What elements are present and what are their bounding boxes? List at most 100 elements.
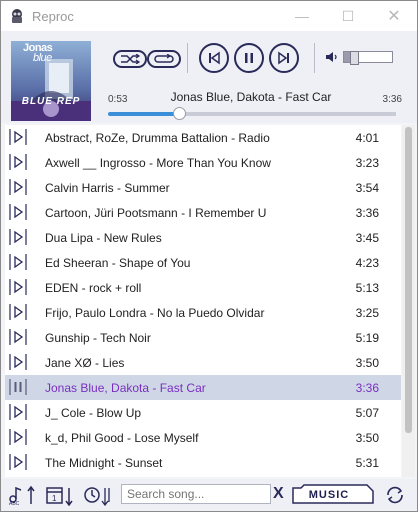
maximize-button[interactable]: ☐ (325, 1, 371, 31)
scrollbar-thumb[interactable] (405, 127, 412, 433)
sort-duration-icon[interactable] (83, 484, 113, 506)
play-row-icon[interactable] (8, 278, 28, 296)
playlist-row[interactable]: k_d, Phil Good - Lose Myself 3:50 (5, 425, 401, 450)
song-duration: 3:36 (355, 380, 379, 395)
song-duration: 5:19 (355, 330, 379, 345)
refresh-icon[interactable] (384, 484, 406, 506)
seek-bar[interactable] (108, 107, 396, 120)
song-duration: 5:31 (355, 455, 379, 470)
search-input[interactable] (121, 484, 271, 504)
player-panel: Jonas blue BLUE REP 0:53 Jonas Blue, Dak… (1, 31, 417, 123)
sort-alpha-icon[interactable]: ABC (7, 484, 37, 506)
song-duration: 3:45 (355, 230, 379, 245)
song-title: Axwell __ Ingrosso - More Than You Know (45, 155, 271, 170)
volume-slider[interactable] (343, 51, 393, 65)
seek-bar-remaining (178, 112, 396, 116)
song-title: Abstract, RoZe, Drumma Battalion - Radio (45, 130, 270, 145)
song-duration: 5:13 (355, 280, 379, 295)
play-row-icon[interactable] (8, 153, 28, 171)
play-row-icon[interactable] (8, 228, 28, 246)
pause-icon (245, 53, 253, 63)
repeat-icon (154, 54, 174, 63)
elapsed-time: 0:53 (108, 94, 128, 105)
song-title: Calvin Harris - Summer (45, 180, 170, 195)
play-row-icon[interactable] (8, 128, 28, 146)
song-title: The Midnight - Sunset (45, 455, 163, 470)
pause-row-icon[interactable] (8, 378, 28, 396)
play-row-icon[interactable] (8, 428, 28, 446)
play-row-icon[interactable] (8, 178, 28, 196)
pause-button[interactable] (234, 43, 264, 73)
song-title: Dua Lipa - New Rules (45, 230, 162, 245)
album-art-subtitle: BLUE REP (21, 96, 81, 107)
song-title: EDEN - rock + roll (45, 280, 142, 295)
minimize-button[interactable]: — (279, 1, 325, 31)
song-duration: 4:01 (355, 130, 379, 145)
title-bar: Reproc — ☐ ✕ (1, 1, 417, 31)
now-playing-title: Jonas Blue, Dakota - Fast Car (170, 90, 332, 104)
song-title: J_ Cole - Blow Up (45, 405, 142, 420)
song-title: Jane XØ - Lies (45, 355, 125, 370)
song-duration: 3:23 (355, 155, 379, 170)
song-title: Ed Sheeran - Shape of You (45, 255, 191, 270)
separator (314, 43, 315, 73)
seek-handle[interactable] (172, 107, 186, 120)
song-title: Jonas Blue, Dakota - Fast Car (45, 380, 206, 395)
play-row-icon[interactable] (8, 303, 28, 321)
shuffle-icon (121, 54, 141, 64)
playlist-row[interactable]: Gunship - Tech Noir 5:19 (5, 325, 401, 350)
play-row-icon[interactable] (8, 453, 28, 471)
volume-handle[interactable] (349, 51, 359, 65)
app-icon (12, 9, 22, 23)
song-title: Frijo, Paulo Londra - No la Puedo Olvida… (45, 305, 265, 320)
song-duration: 4:23 (355, 255, 379, 270)
clear-search-button[interactable]: X (273, 485, 284, 503)
footer-toolbar: ABC 1 X MUSIC (1, 479, 417, 511)
song-duration: 5:07 (355, 405, 379, 420)
playlist-row[interactable]: J_ Cole - Blow Up 5:07 (5, 400, 401, 425)
play-row-icon[interactable] (8, 328, 28, 346)
playlist-row[interactable]: Axwell __ Ingrosso - More Than You Know 3… (5, 150, 401, 175)
song-duration: 3:25 (355, 305, 379, 320)
next-icon (278, 51, 289, 65)
play-row-icon[interactable] (8, 253, 28, 271)
playlist-row[interactable]: Dua Lipa - New Rules 3:45 (5, 225, 401, 250)
playlist: Abstract, RoZe, Drumma Battalion - Radio… (5, 125, 401, 477)
volume-icon[interactable] (325, 50, 339, 64)
play-row-icon[interactable] (8, 203, 28, 221)
app-window: Reproc — ☐ ✕ Jonas blue BLUE REP 0:53 Jo… (0, 0, 418, 512)
sort-date-icon[interactable]: 1 (45, 484, 75, 506)
repeat-button[interactable] (147, 50, 181, 68)
song-duration: 3:50 (355, 430, 379, 445)
play-row-icon[interactable] (8, 353, 28, 371)
library-button[interactable]: MUSIC (291, 484, 376, 504)
previous-button[interactable] (199, 43, 229, 73)
playlist-row[interactable]: Frijo, Paulo Londra - No la Puedo Olvida… (5, 300, 401, 325)
play-row-icon[interactable] (8, 403, 28, 421)
song-title: Cartoon, Jüri Pootsmann - I Remember U (45, 205, 267, 220)
playlist-row[interactable]: Jonas Blue, Dakota - Fast Car 3:36 (5, 375, 401, 400)
next-button[interactable] (269, 43, 299, 73)
song-title: k_d, Phil Good - Lose Myself (45, 430, 199, 445)
svg-text:1: 1 (52, 494, 57, 503)
previous-icon (209, 51, 220, 65)
playlist-row[interactable]: Calvin Harris - Summer 3:54 (5, 175, 401, 200)
playlist-row[interactable]: EDEN - rock + roll 5:13 (5, 275, 401, 300)
album-art-line2: blue (33, 52, 52, 64)
close-button[interactable]: ✕ (371, 1, 417, 31)
separator (187, 43, 188, 73)
playlist-row[interactable]: The Midnight - Sunset 5:31 (5, 450, 401, 475)
shuffle-button[interactable] (113, 50, 147, 68)
svg-text:ABC: ABC (9, 501, 20, 506)
playlist-row[interactable]: Jane XØ - Lies 3:50 (5, 350, 401, 375)
playlist-scrollbar[interactable] (402, 125, 415, 477)
song-duration: 3:50 (355, 355, 379, 370)
song-title: Gunship - Tech Noir (45, 330, 151, 345)
library-label: MUSIC (308, 489, 350, 501)
album-art: Jonas blue BLUE REP (11, 41, 91, 121)
playlist-row[interactable]: Abstract, RoZe, Drumma Battalion - Radio… (5, 125, 401, 150)
playlist-row[interactable]: Cartoon, Jüri Pootsmann - I Remember U 3:… (5, 200, 401, 225)
song-duration: 3:54 (355, 180, 379, 195)
playlist-row[interactable]: Ed Sheeran - Shape of You 4:23 (5, 250, 401, 275)
song-duration: 3:36 (355, 205, 379, 220)
